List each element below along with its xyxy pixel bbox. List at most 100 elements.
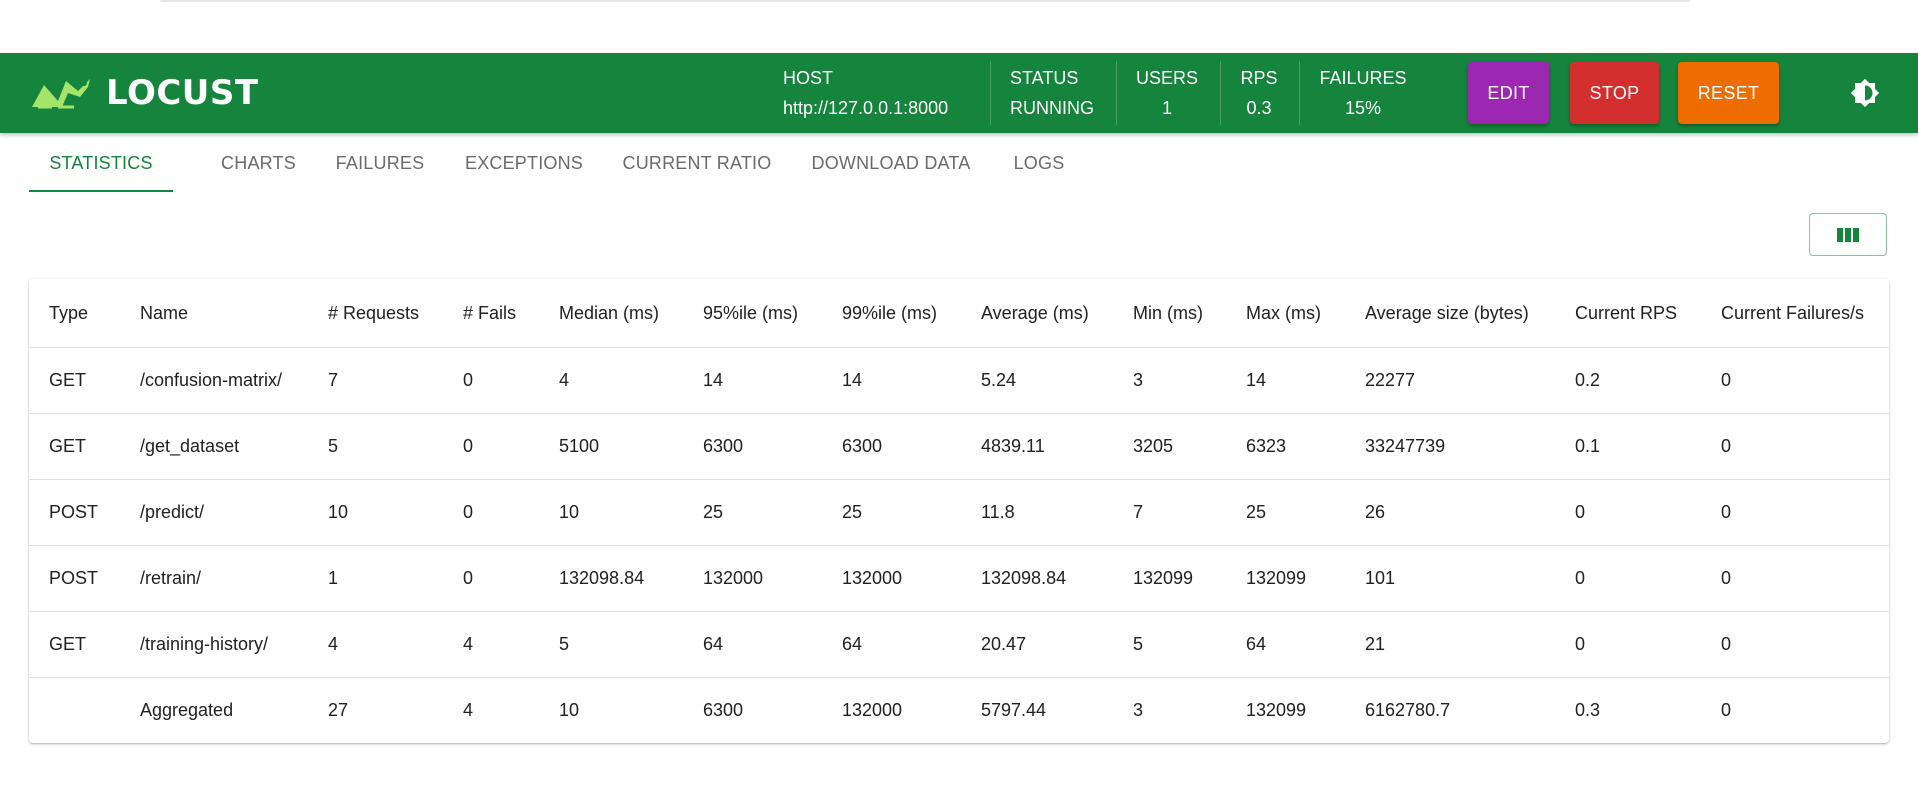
table-cell: 64 <box>683 611 822 678</box>
table-cell: 10 <box>308 479 443 546</box>
column-header[interactable]: Average (ms) <box>961 279 1113 348</box>
table-cell: 5797.44 <box>981 700 1047 720</box>
table-cell: /get_dataset <box>120 413 308 480</box>
statistics-table-card: Type Name # Requests # Fails Median (ms)… <box>29 279 1889 743</box>
table-cell <box>29 678 120 744</box>
column-header[interactable]: # Requests <box>308 279 443 348</box>
column-header[interactable]: Current Failures/s <box>1701 279 1889 348</box>
host-value: http://127.0.0.1:8000 <box>783 98 949 118</box>
stop-button[interactable]: STOP <box>1570 62 1659 124</box>
table-cell: 132099 <box>1113 545 1226 612</box>
table-cell: 5 <box>1113 611 1226 678</box>
table-cell: Aggregated <box>140 700 234 720</box>
divider <box>1299 61 1300 125</box>
table-cell: 5100 <box>539 413 683 480</box>
column-header[interactable]: Average size (bytes) <box>1345 279 1555 348</box>
locust-logo[interactable]: LOCUST <box>28 73 259 113</box>
divider <box>990 61 991 125</box>
table-cell: 0.1 <box>1555 413 1701 480</box>
table-cell: 0 <box>1721 700 1732 720</box>
table-cell: 0 <box>1555 611 1701 678</box>
failures-value: 15% <box>1344 98 1382 118</box>
status-label: STATUS <box>1010 68 1079 88</box>
table-cell: /confusion-matrix/ <box>120 347 308 414</box>
table-row: GET /get_dataset 5 0 5100 6300 6300 4839… <box>29 413 1889 480</box>
table-cell: 11.8 <box>961 479 1113 546</box>
column-header[interactable]: Max (ms) <box>1226 279 1345 348</box>
statistics-table: Type Name # Requests # Fails Median (ms)… <box>29 279 1889 743</box>
table-cell: 3205 <box>1113 413 1226 480</box>
divider <box>1220 61 1221 125</box>
columns-button[interactable] <box>1809 213 1887 256</box>
table-cell: 0 <box>443 479 539 546</box>
host-stat: HOST http://127.0.0.1:8000 <box>783 53 948 133</box>
table-cell: 0 <box>1555 545 1701 612</box>
column-header[interactable]: 99%ile (ms) <box>822 279 961 348</box>
column-header[interactable]: 95%ile (ms) <box>683 279 822 348</box>
rps-label: RPS <box>1240 68 1278 88</box>
table-header-row: Type Name # Requests # Fails Median (ms)… <box>29 279 1889 348</box>
locust-icon <box>32 79 90 109</box>
table-row: POST /retrain/ 1 0 132098.84 132000 1320… <box>29 545 1889 612</box>
table-cell: 3 <box>1133 700 1144 720</box>
table-cell: 0 <box>1701 347 1889 414</box>
column-header[interactable]: Min (ms) <box>1113 279 1226 348</box>
table-cell: 132099 <box>1226 545 1345 612</box>
table-cell: 25 <box>683 479 822 546</box>
brightness-icon <box>1850 78 1880 108</box>
tab-bar: STATISTICS CHARTS FAILURES EXCEPTIONS CU… <box>29 133 1229 193</box>
column-header[interactable]: Median (ms) <box>539 279 683 348</box>
table-cell: 0 <box>1701 611 1889 678</box>
table-cell: 1 <box>308 545 443 612</box>
active-tab-indicator <box>29 190 173 192</box>
column-header[interactable]: Current RPS <box>1555 279 1701 348</box>
table-cell: 22277 <box>1345 347 1555 414</box>
table-cell: 0.3 <box>1575 700 1601 720</box>
table-cell: 10 <box>559 700 580 720</box>
table-row: GET /confusion-matrix/ 7 0 4 14 14 5.24 … <box>29 347 1889 414</box>
status-value: RUNNING <box>1010 98 1094 118</box>
table-cell: 4 <box>443 611 539 678</box>
theme-toggle-button[interactable] <box>1848 76 1882 110</box>
table-cell: 7 <box>1113 479 1226 546</box>
table-cell: GET <box>29 347 120 414</box>
column-header[interactable]: Name <box>120 279 308 348</box>
table-cell: 132098.84 <box>961 545 1113 612</box>
table-row: POST /predict/ 10 0 10 25 25 11.8 7 25 2… <box>29 479 1889 546</box>
table-cell: 132099 <box>1246 700 1307 720</box>
table-cell: GET <box>29 611 120 678</box>
table-cell: 5 <box>308 413 443 480</box>
table-cell: /training-history/ <box>120 611 308 678</box>
status-stat: STATUS RUNNING <box>1010 53 1094 133</box>
table-cell: 25 <box>1226 479 1345 546</box>
tab-current-ratio[interactable]: CURRENT RATIO <box>590 133 804 193</box>
tab-statistics[interactable]: STATISTICS <box>29 133 173 193</box>
table-cell: 0 <box>1555 479 1701 546</box>
table-cell: 132000 <box>683 545 822 612</box>
table-cell: 4 <box>539 347 683 414</box>
table-cell: 0 <box>1701 545 1889 612</box>
table-cell: 5.24 <box>961 347 1113 414</box>
table-cell: 14 <box>683 347 822 414</box>
reset-button[interactable]: RESET <box>1678 62 1779 124</box>
table-cell: 132000 <box>842 700 903 720</box>
table-cell: 0 <box>443 347 539 414</box>
table-cell: 21 <box>1345 611 1555 678</box>
table-cell: 20.47 <box>961 611 1113 678</box>
table-cell: POST <box>29 545 120 612</box>
table-cell: 25 <box>822 479 961 546</box>
table-cell: 4 <box>463 700 474 720</box>
tab-logs[interactable]: LOGS <box>969 133 1109 193</box>
column-header[interactable]: # Fails <box>443 279 539 348</box>
table-cell: 3 <box>1113 347 1226 414</box>
table-cell: POST <box>29 479 120 546</box>
edit-button[interactable]: EDIT <box>1468 62 1549 124</box>
table-cell: 101 <box>1345 545 1555 612</box>
table-cell: 0 <box>443 413 539 480</box>
column-header[interactable]: Type <box>29 279 120 348</box>
table-cell: 132000 <box>822 545 961 612</box>
table-cell: 64 <box>822 611 961 678</box>
table-cell: 132098.84 <box>539 545 683 612</box>
top-strip <box>160 0 1690 2</box>
table-cell: 4 <box>308 611 443 678</box>
